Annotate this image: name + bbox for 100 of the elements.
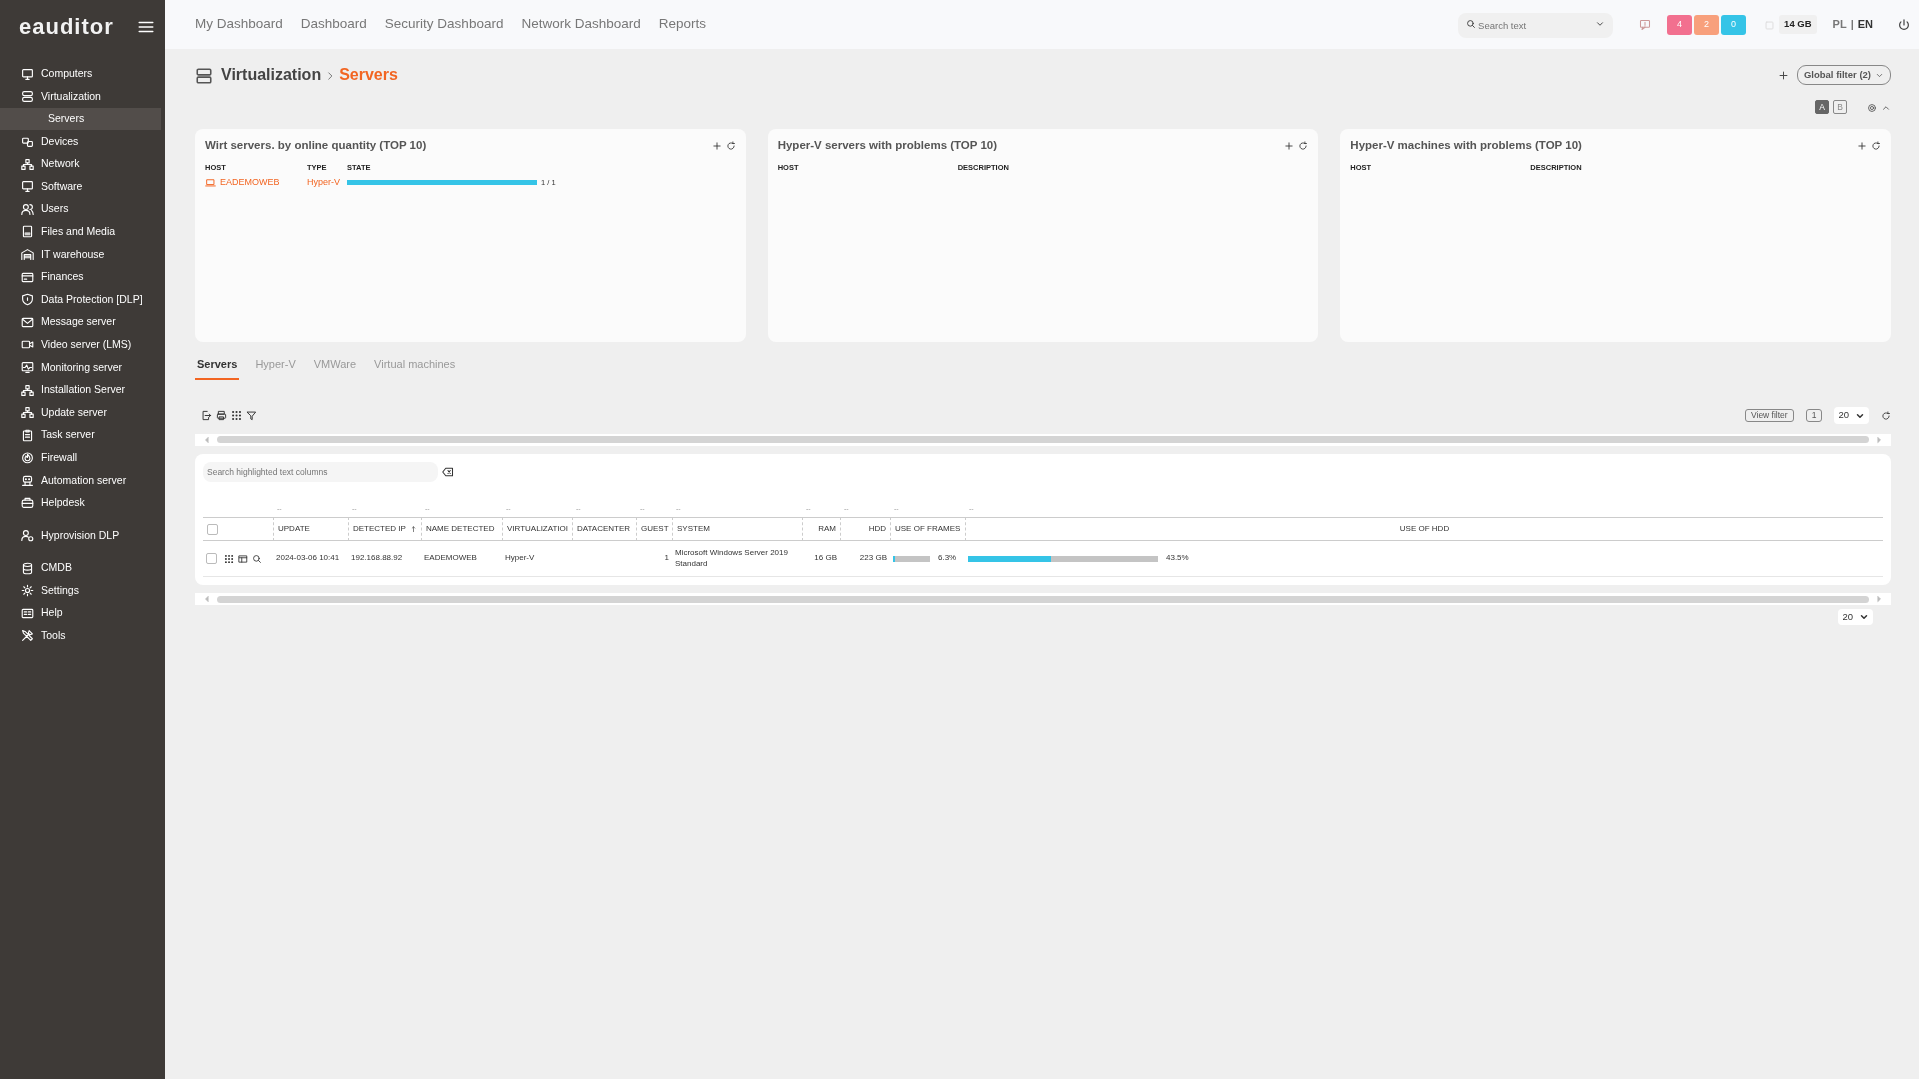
refresh-icon[interactable] [725, 140, 736, 151]
sidebar-item[interactable]: Message server [0, 310, 165, 334]
sidebar-item[interactable]: CMDB [0, 556, 165, 580]
nav-link[interactable]: Network Dashboard [521, 14, 641, 35]
logo: eauditor [19, 13, 114, 41]
warehouse-icon [21, 247, 34, 261]
sidebar-item[interactable]: Finances [0, 265, 165, 289]
shield-icon [21, 293, 34, 307]
settings-icon[interactable] [1867, 102, 1877, 113]
refresh-icon[interactable] [1298, 140, 1309, 151]
sidebar-subitem[interactable]: Servers [0, 108, 161, 131]
grid-icon[interactable] [224, 553, 234, 564]
filter-icon[interactable] [246, 410, 257, 421]
sidebar-item[interactable]: Network [0, 152, 165, 176]
checkbox[interactable] [206, 553, 217, 564]
sidebar-item[interactable]: Devices [0, 130, 165, 153]
widget-title: Hyper-V machines with problems (TOP 10) [1350, 138, 1582, 153]
user-gear-icon [21, 529, 34, 543]
column-header[interactable]: USE OF HDD [1399, 523, 1450, 535]
view-filter-button[interactable]: View filter [1745, 408, 1794, 423]
chart-monitor-icon [21, 360, 34, 374]
page-size-select[interactable]: 20 [1834, 407, 1869, 424]
nav-link[interactable]: Security Dashboard [384, 14, 504, 35]
table-cell-text: Microsoft Windows Server 2019 Standard [675, 548, 789, 569]
sidebar-item[interactable]: Monitoring server [0, 356, 165, 379]
refresh-icon[interactable] [1881, 411, 1891, 422]
sidebar-item[interactable]: Helpdesk [0, 491, 165, 515]
search-field[interactable]: Search text [1458, 13, 1614, 38]
sidebar-item[interactable]: Help [0, 602, 165, 625]
sidebar-item[interactable]: Settings [0, 579, 165, 603]
server-icon [195, 66, 213, 85]
sidebar-item[interactable]: Video server (LMS) [0, 333, 165, 357]
page-button[interactable]: 1 [1805, 408, 1823, 423]
language-link[interactable]: PL [1832, 16, 1847, 33]
global-filter-button[interactable]: Global filter (2) [1796, 64, 1891, 86]
sidebar-item[interactable]: Update server [0, 401, 165, 424]
server-icon [21, 90, 34, 104]
page-size-select[interactable]: 20 [1838, 609, 1873, 626]
nav-link[interactable]: Dashboard [300, 14, 367, 35]
devices-icon [21, 135, 34, 148]
plus-icon[interactable] [1284, 140, 1295, 151]
layout-toggle[interactable]: A [1815, 100, 1829, 114]
monitor-icon [21, 180, 34, 194]
envelope-icon [21, 315, 34, 329]
tab[interactable]: Servers [195, 356, 240, 380]
table-cell: 1 [664, 553, 669, 564]
robot-icon [21, 473, 34, 487]
network-icon [21, 406, 34, 420]
help-card-icon [21, 606, 34, 620]
sidebar-item[interactable]: Data Protection [DLP] [0, 288, 165, 311]
table-cell: 192.168.88.92 [351, 553, 403, 564]
checkbox[interactable] [207, 523, 218, 535]
monitor-icon [21, 67, 34, 81]
grid-icon[interactable] [231, 410, 242, 421]
sidebar-item[interactable]: Automation server [0, 469, 165, 492]
sort-icon[interactable] [409, 525, 417, 533]
sidebar-item[interactable]: Software [0, 175, 165, 198]
table-cell: 2024-03-06 10:41 [276, 553, 340, 564]
table-cell: 16 GB [814, 553, 837, 564]
print-icon[interactable] [216, 410, 227, 421]
plus-icon[interactable] [711, 140, 722, 151]
plus-icon[interactable] [1857, 140, 1867, 151]
meter-reading: 43.5% [1166, 553, 1189, 564]
clipboard-icon [21, 428, 34, 442]
sidebar-item[interactable]: Hyprovision DLP [0, 524, 165, 547]
sidebar-item[interactable]: Tools [0, 624, 165, 648]
table-cell: EADEMOWEB [424, 553, 477, 564]
type-text: Hyper-V [307, 175, 341, 189]
table-cell: Hyper-V [505, 553, 535, 564]
toolbox-icon [21, 496, 34, 510]
sidebar-item[interactable]: Installation Server [0, 378, 165, 402]
power-icon[interactable] [1897, 18, 1911, 33]
database-icon [21, 561, 34, 575]
sidebar-item[interactable]: IT warehouse [0, 243, 165, 266]
export-icon[interactable] [201, 410, 212, 421]
search-field[interactable]: Search highlighted text columns [203, 461, 438, 482]
sidebar-item[interactable]: Virtualization [0, 85, 165, 109]
tools-icon [21, 629, 34, 643]
nav-link[interactable]: My Dashboard [195, 14, 283, 35]
caret-icon [1595, 19, 1606, 29]
column-header[interactable]: HDD [868, 523, 886, 535]
plus-icon[interactable] [1777, 70, 1789, 82]
breadcrumb-link[interactable]: Virtualization [221, 63, 322, 87]
table-cell: 223 GB [859, 553, 887, 564]
table-icon[interactable] [238, 553, 248, 564]
sidebar-item[interactable]: Files and Media [0, 220, 165, 244]
column-header[interactable]: SYSTEM [677, 523, 710, 535]
laptop-icon [205, 176, 216, 188]
file-icon [21, 225, 34, 239]
refresh-icon[interactable] [1871, 140, 1881, 151]
sidebar-item[interactable]: Users [0, 197, 165, 221]
sidebar-item[interactable]: Task server [0, 423, 165, 447]
card-icon [21, 270, 34, 284]
language-link[interactable]: EN [1857, 16, 1873, 33]
widget-title: Wirt servers. by online quantity (TOP 10) [205, 138, 427, 153]
clear-icon[interactable] [442, 465, 454, 478]
sidebar-item[interactable]: Computers [0, 63, 165, 86]
sidebar-item[interactable]: Firewall [0, 446, 165, 470]
search-icon[interactable] [252, 553, 262, 564]
nav-link[interactable]: Reports [658, 14, 706, 35]
